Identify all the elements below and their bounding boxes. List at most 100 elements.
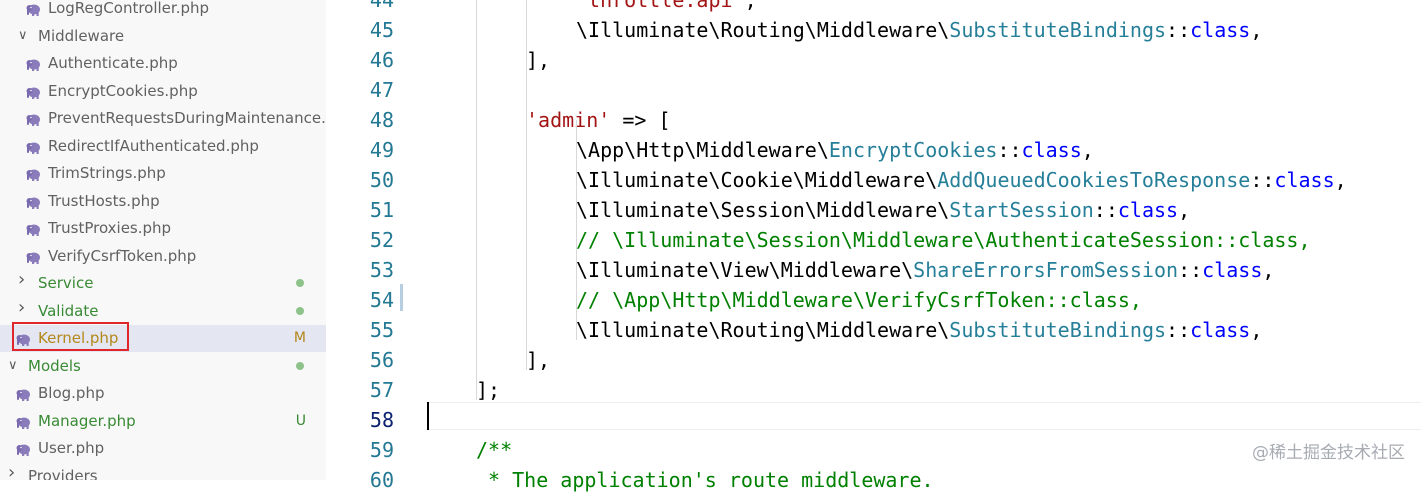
code-token: \Illuminate\Session\Middleware\ bbox=[576, 198, 950, 222]
explorer-item-label: TrimStrings.php bbox=[48, 164, 166, 182]
code-token: \Illuminate\Routing\Middleware\ bbox=[576, 18, 950, 42]
code-line: \Illuminate\View\Middleware\ShareErrorsF… bbox=[576, 255, 1274, 285]
explorer-item[interactable]: PreventRequestsDuringMaintenance.... bbox=[0, 105, 326, 132]
code-line: ], bbox=[526, 345, 550, 375]
explorer-item-label: RedirectIfAuthenticated.php bbox=[48, 137, 259, 155]
line-number: 47 bbox=[369, 78, 394, 102]
explorer-item[interactable]: Manager.php U bbox=[0, 408, 326, 435]
line-number: 48 bbox=[369, 108, 394, 132]
explorer-item[interactable]: Authenticate.php bbox=[0, 50, 326, 77]
php-elephant-icon bbox=[26, 250, 41, 264]
explorer-item-label: Models bbox=[28, 357, 81, 375]
code-token: class bbox=[1274, 168, 1335, 192]
code-token: , bbox=[744, 0, 757, 12]
explorer-item[interactable]: RedirectIfAuthenticated.php bbox=[0, 133, 326, 160]
chevron-right-icon[interactable]: › bbox=[18, 299, 25, 317]
code-token: :: bbox=[997, 138, 1022, 162]
code-token: , bbox=[1334, 168, 1347, 192]
line-number: 57 bbox=[369, 378, 394, 402]
code-line: \Illuminate\Session\Middleware\StartSess… bbox=[576, 195, 1190, 225]
line-number-gutter: 44 45 46 47 48 49 50 51 52 53 54 55 56 57 58 59 60 bbox=[326, 0, 426, 492]
line-number: 53 bbox=[369, 258, 394, 282]
code-token: :: bbox=[1166, 18, 1191, 42]
explorer-item-label: PreventRequestsDuringMaintenance.... bbox=[48, 109, 326, 127]
code-line: * The application's route middleware. bbox=[476, 465, 934, 495]
code-token: , bbox=[1250, 18, 1263, 42]
php-elephant-icon bbox=[26, 112, 41, 126]
explorer-item-label: Authenticate.php bbox=[48, 54, 178, 72]
code-token: class bbox=[1190, 18, 1251, 42]
git-status-dot bbox=[296, 307, 304, 315]
php-elephant-icon bbox=[26, 57, 41, 71]
git-status-badge: U bbox=[295, 413, 306, 429]
line-number: 56 bbox=[369, 348, 394, 372]
indent-guide bbox=[576, 120, 577, 340]
php-elephant-icon bbox=[26, 85, 41, 99]
line-number: 59 bbox=[369, 438, 394, 462]
code-editor[interactable]: 'throttle:api', \Illuminate\Routing\Middl… bbox=[426, 0, 1421, 492]
explorer-item-label: Middleware bbox=[38, 27, 125, 45]
code-token: , bbox=[1250, 318, 1263, 342]
code-line: 'throttle:api', bbox=[576, 0, 757, 15]
explorer-item[interactable]: EncryptCookies.php bbox=[0, 78, 326, 105]
explorer-item-label: TrustProxies.php bbox=[48, 219, 172, 237]
explorer-item[interactable]: TrimStrings.php bbox=[0, 160, 326, 187]
line-number: 49 bbox=[369, 138, 394, 162]
php-elephant-icon bbox=[26, 222, 41, 236]
code-token: class bbox=[1190, 318, 1251, 342]
chevron-right-icon[interactable]: › bbox=[8, 464, 15, 481]
code-token: // \App\Http\Middleware\VerifyCsrfToken:… bbox=[576, 288, 1142, 312]
explorer-item-label: Service bbox=[38, 274, 94, 292]
text-caret bbox=[427, 402, 429, 430]
code-token: ], bbox=[526, 48, 551, 72]
code-token: 'throttle:api' bbox=[576, 0, 745, 12]
line-number: 50 bbox=[369, 168, 394, 192]
explorer-item[interactable]: TrustHosts.php bbox=[0, 188, 326, 215]
code-token: class bbox=[1021, 138, 1082, 162]
php-elephant-icon bbox=[26, 2, 41, 16]
code-token: EncryptCookies bbox=[828, 138, 998, 162]
explorer-item[interactable]: › Validate bbox=[0, 298, 326, 325]
indent-guide bbox=[526, 0, 527, 370]
git-status-dot bbox=[296, 279, 304, 287]
explorer-item[interactable]: VerifyCsrfToken.php bbox=[0, 243, 326, 270]
code-token: class bbox=[1202, 258, 1263, 282]
line-number: 45 bbox=[369, 18, 394, 42]
code-token: \Illuminate\Routing\Middleware\ bbox=[576, 318, 950, 342]
code-line: 'admin' => [ bbox=[526, 105, 671, 135]
chevron-right-icon[interactable]: › bbox=[18, 271, 25, 289]
php-elephant-icon bbox=[26, 140, 41, 154]
line-number: 51 bbox=[369, 198, 394, 222]
explorer-item[interactable]: User.php bbox=[0, 435, 326, 462]
php-elephant-icon bbox=[26, 195, 41, 209]
code-token: class bbox=[1117, 198, 1179, 222]
explorer-item[interactable]: ∨ Models bbox=[0, 353, 326, 380]
explorer-item-label: Blog.php bbox=[38, 384, 105, 402]
git-status-dot bbox=[296, 362, 304, 370]
chevron-down-icon[interactable]: ∨ bbox=[8, 357, 18, 375]
explorer-sidebar: LogRegController.php ∨ Middleware Authentic… bbox=[0, 0, 326, 480]
watermark: @稀土掘金技术社区 bbox=[1252, 443, 1405, 463]
git-status-badge: M bbox=[293, 330, 306, 346]
explorer-item[interactable]: TrustProxies.php bbox=[0, 215, 326, 242]
explorer-item[interactable]: Blog.php bbox=[0, 380, 326, 407]
explorer-item[interactable]: › Service bbox=[0, 270, 326, 297]
code-token: :: bbox=[1250, 168, 1275, 192]
explorer-item-label: LogRegController.php bbox=[48, 0, 210, 17]
line-number: 55 bbox=[369, 318, 394, 342]
line-number: 58 bbox=[369, 408, 394, 432]
code-token: * The application's route middleware. bbox=[476, 468, 934, 492]
code-line: // \App\Http\Middleware\VerifyCsrfToken:… bbox=[576, 285, 1142, 315]
code-token: , bbox=[1081, 138, 1094, 162]
explorer-item[interactable]: › Providers bbox=[0, 463, 326, 481]
code-token: , bbox=[1262, 258, 1275, 282]
code-line: ], bbox=[526, 45, 550, 75]
explorer-item[interactable]: ∨ Middleware bbox=[0, 23, 326, 50]
code-token: , bbox=[1178, 198, 1191, 222]
code-token: \Illuminate\View\Middleware\ bbox=[576, 258, 914, 282]
code-line: // \Illuminate\Session\Middleware\Authen… bbox=[576, 225, 1311, 255]
explorer-item-label: User.php bbox=[38, 439, 105, 457]
code-token: ]; bbox=[476, 378, 501, 402]
explorer-item[interactable]: LogRegController.php bbox=[0, 0, 326, 22]
chevron-down-icon[interactable]: ∨ bbox=[18, 27, 28, 45]
